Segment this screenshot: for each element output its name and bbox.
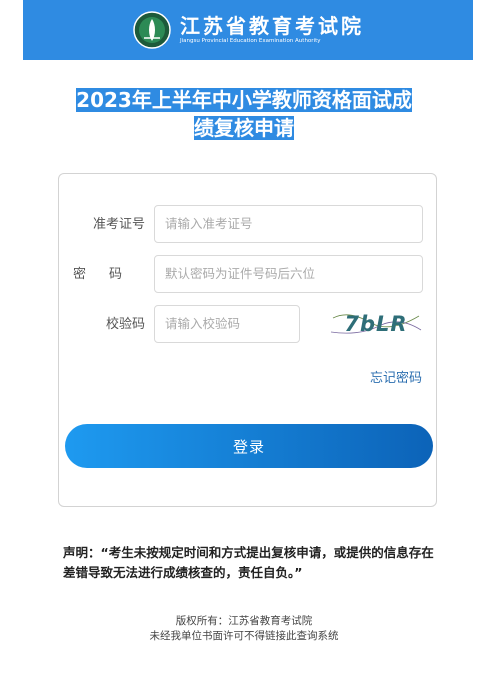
captcha-image[interactable]: 7bLR [329, 306, 423, 340]
password-input[interactable]: 默认密码为证件号码后六位 [154, 255, 423, 293]
page-title: 2023年上半年中小学教师资格面试成 绩复核申请 [40, 86, 448, 142]
site-name-cn: 江苏省教育考试院 [180, 13, 364, 38]
site-logo[interactable]: 江苏省教育考试院 Jiangsu Provincial Education Ex… [132, 10, 364, 50]
captcha-text: 7bLR [344, 312, 407, 336]
login-card: 准考证号 请输入准考证号 密码 默认密码为证件号码后六位 校验码 请输入校验码 … [58, 173, 437, 507]
page-title-line1: 2023年上半年中小学教师资格面试成 [76, 88, 412, 112]
captcha-input[interactable]: 请输入校验码 [154, 305, 300, 343]
page-title-line2: 绩复核申请 [194, 116, 294, 140]
site-name-en: Jiangsu Provincial Education Examination… [180, 37, 321, 44]
disclaimer-notice: 声明：“考生未按规定时间和方式提出复核申请，或提供的信息存在差错导致无法进行成绩… [63, 545, 434, 580]
login-button[interactable]: 登录 [65, 424, 433, 468]
footer-copyright: 版权所有：江苏省教育考试院 [175, 615, 313, 627]
footer-disclaimer: 未经我单位书面许可不得链接此查询系统 [149, 630, 339, 642]
site-header: 江苏省教育考试院 Jiangsu Provincial Education Ex… [23, 0, 473, 60]
forgot-password-link[interactable]: 忘记密码 [370, 367, 422, 386]
ticket-number-input[interactable]: 请输入准考证号 [154, 205, 423, 243]
jseea-emblem-icon [133, 11, 171, 49]
page-footer: 版权所有：江苏省教育考试院 未经我单位书面许可不得链接此查询系统 [0, 614, 488, 644]
password-label: 密码 [72, 267, 145, 282]
ticket-label: 准考证号 [92, 217, 145, 232]
captcha-label: 校验码 [105, 317, 145, 332]
